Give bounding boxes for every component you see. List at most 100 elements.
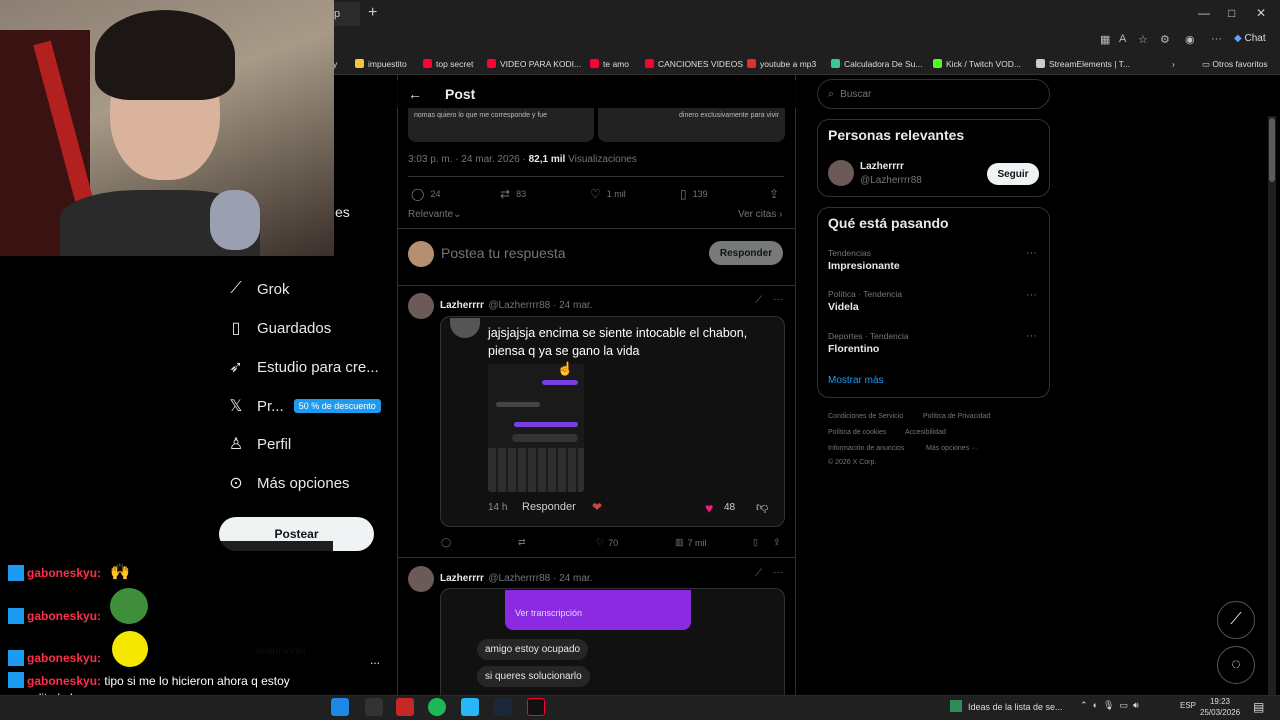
grok-icon[interactable]: ⟋ (755, 568, 762, 579)
bookmark-action[interactable]: ▯ (753, 537, 758, 548)
reply-action[interactable]: ◯ (441, 537, 451, 548)
sort-relevance-dropdown[interactable]: Relevante⌄ (408, 209, 461, 220)
transcription-link[interactable]: Ver transcripción (515, 608, 582, 618)
scrollbar-thumb[interactable] (1269, 118, 1275, 182)
tweet-author[interactable]: Lazherrrr @Lazherrrr88 · 24 mar. (440, 568, 592, 586)
more-icon[interactable]: ··· (773, 567, 783, 578)
discount-badge: 50 % de descuento (293, 399, 381, 413)
nav-item-grok[interactable]: ⟋ Grok (227, 274, 289, 304)
extensions-icon[interactable]: ⚙ (1160, 33, 1170, 46)
mouse-cursor-icon: ☝ (557, 361, 574, 376)
grok-icon[interactable]: ⟋ (755, 295, 762, 306)
obs-icon[interactable] (365, 698, 383, 716)
read-aloud-icon[interactable]: A (1119, 33, 1126, 45)
back-arrow-icon[interactable]: ← (408, 86, 422, 102)
close-window-button[interactable]: ✕ (1256, 6, 1266, 20)
thumbs-down-icon[interactable]: 👎︎ (756, 500, 768, 515)
nav-item-creator-studio[interactable]: ➶ Estudio para cre... (227, 352, 378, 382)
like-action[interactable]: ♡ 70 (596, 537, 618, 548)
footer-link[interactable]: Condiciones de Servicio (828, 413, 903, 420)
share-action[interactable]: ⇪ (773, 537, 781, 548)
nav-item-profile[interactable]: ♙ Perfil (227, 429, 291, 459)
reply-button[interactable]: Responder (709, 241, 783, 265)
bookmark-item[interactable]: StreamElements | T... (1036, 59, 1130, 69)
like-action[interactable]: ♡ 1 mil (590, 187, 626, 201)
bookmark-item[interactable]: youtube a mp3 (747, 59, 816, 69)
trend-name[interactable]: Impresionante (828, 260, 900, 272)
rocket-icon: ➶ (229, 359, 243, 376)
nav-item-bookmarks[interactable]: ▯ Guardados (227, 313, 332, 343)
repost-action[interactable]: ⇄ 83 (500, 187, 526, 201)
minimize-button[interactable]: — (1198, 6, 1210, 20)
other-bookmarks[interactable]: ▭ Otros favoritos (1202, 59, 1268, 70)
edge-icon[interactable] (331, 698, 349, 716)
browser-menu-icon[interactable]: ··· (1211, 33, 1222, 45)
favorite-star-icon[interactable]: ☆ (1138, 33, 1148, 46)
chat-screenshot-image[interactable] (488, 364, 584, 492)
bookmark-item[interactable]: te amo (590, 59, 629, 69)
footer-link[interactable]: Información de anuncios (828, 445, 904, 452)
post-image-right[interactable]: dinero exclusivamente para vivir (598, 108, 785, 142)
trend-name[interactable]: Florentino (828, 343, 879, 355)
post-image-left[interactable]: nomas quiero lo que me corresponde y fue (408, 108, 594, 142)
search-input[interactable]: ⌕ Buscar (817, 79, 1050, 109)
apps-icon[interactable]: ▦ (1100, 33, 1110, 46)
footer-link[interactable]: Política de cookies (828, 429, 886, 436)
taskbar-clock[interactable]: 19:23 25/03/2026 (1200, 696, 1240, 718)
relevant-user-name[interactable]: Lazherrrr (860, 161, 904, 172)
avatar[interactable] (408, 241, 434, 267)
avatar[interactable] (408, 566, 434, 592)
bookmark-item[interactable]: Calculadora De Su... (831, 59, 922, 69)
reply-input[interactable] (441, 245, 691, 261)
bookmark-item[interactable]: Kick / Twitch VOD... (933, 59, 1021, 69)
profile-avatar-icon[interactable]: ◉ (1185, 33, 1195, 46)
messages-floating-button[interactable]: ◌ (1217, 646, 1255, 684)
scrollbar[interactable] (1268, 116, 1276, 696)
more-icon[interactable]: ··· (773, 294, 783, 305)
comment-reply-button[interactable]: Responder (522, 501, 576, 513)
more-icon[interactable]: ··· (1026, 330, 1037, 342)
trend-category: Deportes · Tendencia (828, 331, 909, 341)
language-indicator[interactable]: ESP (1180, 701, 1196, 710)
tweet-author[interactable]: Lazherrrr @Lazherrrr88 · 24 mar. (440, 295, 592, 313)
voicemod-icon[interactable] (396, 698, 414, 716)
more-icon[interactable]: ··· (1026, 289, 1037, 301)
tiktok-icon[interactable] (527, 698, 545, 716)
maximize-button[interactable]: □ (1228, 6, 1235, 20)
views-action[interactable]: ▥ 7 mil (675, 537, 707, 548)
nav-item-more-options[interactable]: ⊙ Más opciones (227, 468, 349, 498)
avatar[interactable] (408, 293, 434, 319)
footer-link[interactable]: Más opciones ··· (926, 445, 978, 452)
footer-link[interactable]: Accesibilidad (905, 429, 946, 436)
spotify-icon[interactable] (428, 698, 446, 716)
steam-icon[interactable] (494, 698, 512, 716)
copilot-chat-button[interactable]: ◆ Chat (1234, 33, 1266, 44)
chevron-right-icon[interactable]: › (1172, 59, 1175, 69)
grok-floating-button[interactable]: ⟋ (1217, 601, 1255, 639)
follow-button[interactable]: Seguir (987, 163, 1039, 185)
views-count: 82,1 mil (528, 154, 566, 165)
bookmark-action[interactable]: ▯ 139 (680, 187, 708, 201)
system-tray[interactable]: ⌃ ◐ 🎙︎ ▭ 🔊︎ (1080, 700, 1139, 711)
reply-action[interactable]: ◯ 24 (411, 187, 440, 201)
trend-name[interactable]: Videla (828, 301, 859, 313)
show-more-link[interactable]: Mostrar más (828, 375, 884, 386)
app-icon[interactable] (461, 698, 479, 716)
browser-tab[interactable]: p (330, 2, 360, 26)
bookmark-item[interactable]: CANCIONES VIDEOS (645, 59, 743, 69)
nav-item-premium[interactable]: 𝕏 Pr... 50 % de descuento (227, 391, 381, 421)
new-tab-button[interactable]: + (368, 4, 377, 22)
heart-filled-icon[interactable]: ♥ (705, 500, 713, 516)
avatar[interactable] (828, 160, 854, 186)
bookmark-item[interactable]: VIDEO PARA KODI... (487, 59, 581, 69)
more-icon[interactable]: ··· (1026, 247, 1037, 259)
footer-link[interactable]: Política de Privacidad (923, 413, 990, 420)
bookmark-item[interactable]: impuestito (355, 59, 407, 69)
view-quotes-link[interactable]: Ver citas › (738, 209, 782, 220)
bookmark-item[interactable]: top secret (423, 59, 473, 69)
share-action[interactable]: ⇪ (769, 187, 785, 201)
account-more-icon[interactable]: ... (370, 653, 380, 667)
taskbar-notification[interactable]: Ideas de la lista de se... (950, 700, 1063, 712)
notification-center-icon[interactable]: ▤ (1253, 700, 1264, 714)
repost-action[interactable]: ⇄ (518, 537, 526, 548)
